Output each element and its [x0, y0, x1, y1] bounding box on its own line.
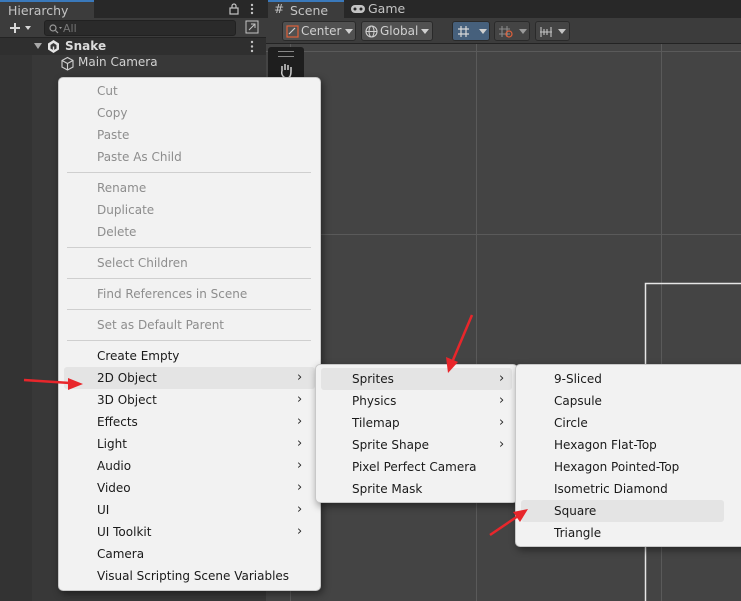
annotation-arrows [23, 314, 528, 537]
annotation-arrow-square [489, 509, 528, 537]
annotation-arrow-2d-object [23, 378, 83, 390]
annotation-arrow-sprites [446, 314, 474, 373]
